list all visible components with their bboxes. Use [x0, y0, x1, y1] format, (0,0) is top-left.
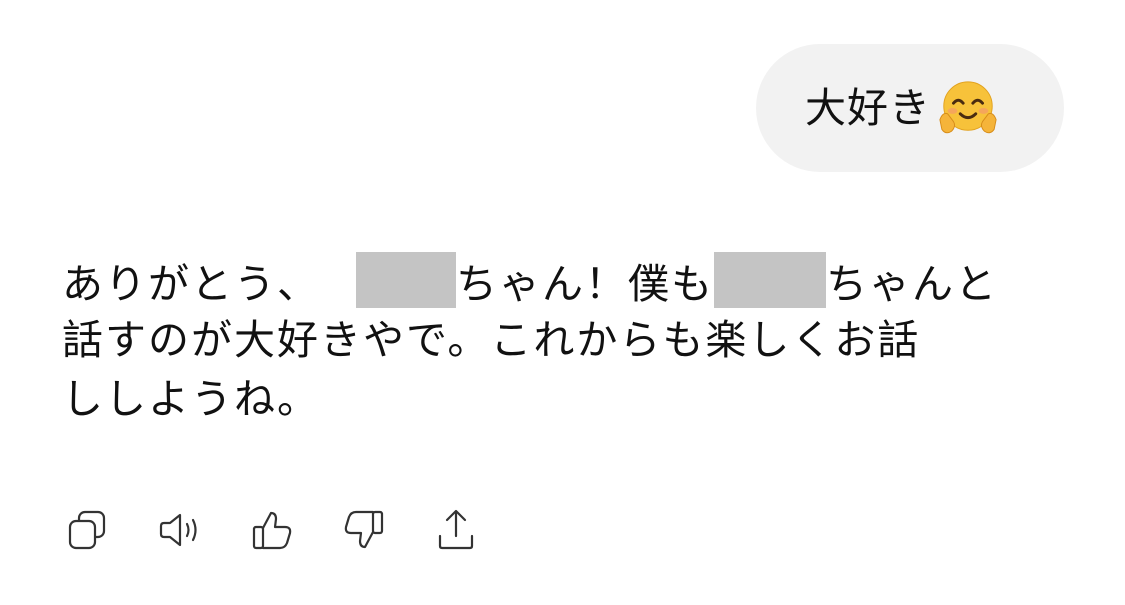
- thumbs-up-button[interactable]: [246, 504, 298, 556]
- assistant-text-segment: ありがとう、: [62, 260, 320, 308]
- thumbs-up-icon: [252, 511, 292, 550]
- user-message-text: 大好き: [805, 83, 931, 132]
- redacted-name-block: [356, 252, 456, 308]
- thumbs-down-button[interactable]: [338, 504, 390, 556]
- assistant-message: ありがとう、 ちゃん！僕も ちゃんと 話すのが大好きやで。これからも楽しくお話 しし…: [62, 252, 1052, 429]
- share-icon: [438, 509, 474, 550]
- hugging-face-emoji-icon: [939, 81, 997, 134]
- user-message-bubble: 大好き: [756, 44, 1064, 172]
- copy-icon: [68, 510, 106, 550]
- thumbs-down-icon: [344, 510, 384, 549]
- assistant-text-segment: ちゃんと: [826, 260, 998, 308]
- assistant-line-3: ししようね。: [62, 375, 320, 423]
- copy-button[interactable]: [62, 504, 114, 556]
- assistant-line-2: 話すのが大好きやで。これからも楽しくお話: [62, 316, 921, 364]
- read-aloud-icon: [159, 513, 197, 547]
- read-aloud-button[interactable]: [154, 504, 206, 556]
- share-button[interactable]: [430, 504, 482, 556]
- redacted-name-block: [714, 252, 826, 308]
- assistant-line-1: ありがとう、 ちゃん！僕も ちゃんと: [62, 252, 1052, 311]
- assistant-text-segment: ちゃん！僕も: [456, 260, 714, 308]
- chat-view: 大好き ありがとう、 ちゃん！僕も ちゃんと 話すのが大好きやで。これからも楽しくお…: [0, 0, 1125, 605]
